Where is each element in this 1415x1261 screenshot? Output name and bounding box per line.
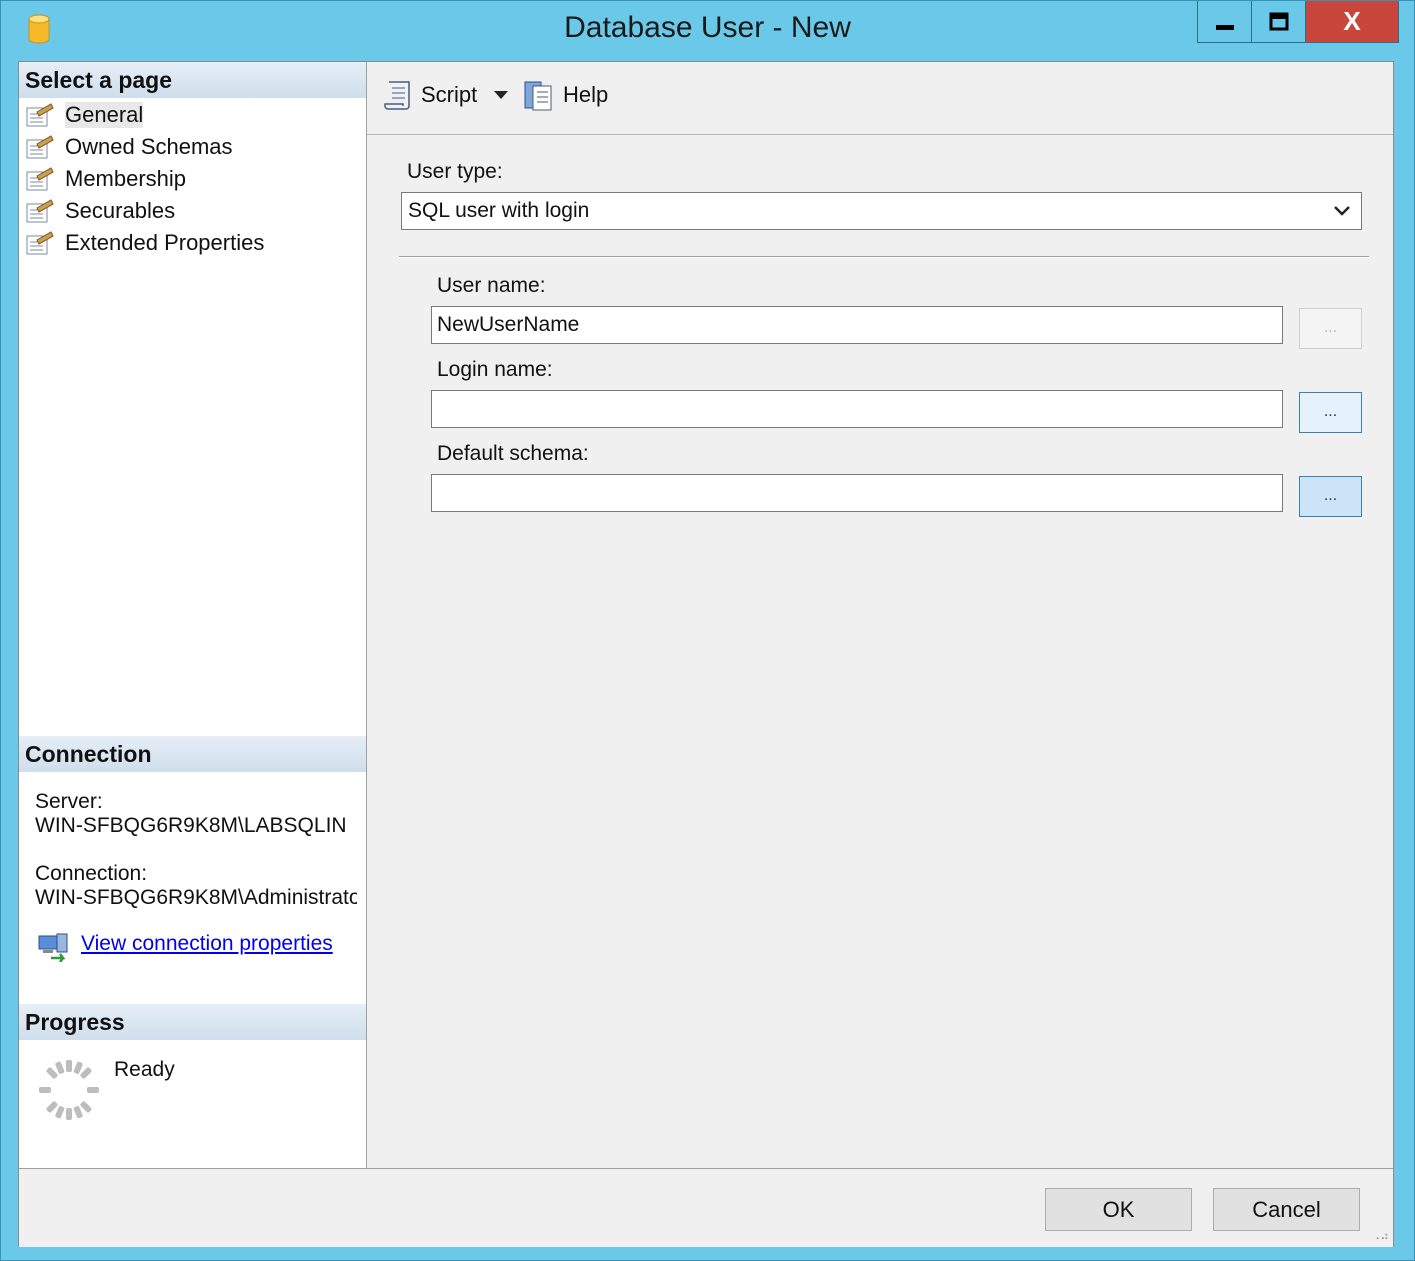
progress-spinner-icon	[39, 1060, 99, 1120]
separator	[399, 256, 1369, 258]
cancel-button[interactable]: Cancel	[1213, 1188, 1360, 1231]
page-icon	[26, 167, 54, 191]
right-pane: Script Help User type: SQL user with log…	[367, 62, 1393, 1168]
title-bar[interactable]: Database User - New X	[1, 1, 1414, 59]
page-item-label: Membership	[65, 166, 187, 191]
close-button[interactable]: X	[1306, 1, 1398, 42]
connection-value: WIN-SFBQG6R9K8M\Administrato	[35, 886, 357, 909]
dialog-footer: OK Cancel ⠠⠴	[19, 1168, 1393, 1247]
connection-properties-icon	[38, 933, 68, 962]
server-label: Server:	[35, 790, 103, 813]
close-icon: X	[1343, 6, 1361, 36]
select-page-header: Select a page	[19, 62, 366, 98]
dialog-client-area: Select a page General Owned Schemas Memb…	[18, 61, 1394, 1247]
dialog-window: Database User - New X Select a page Gene…	[0, 0, 1415, 1261]
connection-label: Connection:	[35, 862, 148, 885]
login-name-label: Login name:	[437, 358, 553, 381]
script-icon	[384, 81, 410, 110]
script-dropdown-button[interactable]	[493, 76, 509, 114]
page-icon	[26, 231, 54, 255]
page-item-membership[interactable]: Membership	[25, 164, 186, 194]
dropdown-arrow-icon	[494, 91, 508, 99]
user-type-select[interactable]: SQL user with login	[401, 192, 1362, 230]
minimize-icon	[1215, 24, 1234, 30]
script-label: Script	[421, 82, 478, 107]
page-item-label: Owned Schemas	[65, 134, 233, 159]
minimize-button[interactable]	[1198, 1, 1252, 42]
progress-header: Progress	[19, 1004, 366, 1040]
user-name-label: User name:	[437, 274, 546, 297]
left-pane: Select a page General Owned Schemas Memb…	[19, 62, 367, 1168]
chevron-down-icon	[1334, 206, 1350, 216]
maximize-icon	[1269, 12, 1288, 30]
help-label: Help	[563, 82, 609, 107]
view-connection-properties-link[interactable]: View connection properties	[81, 932, 333, 956]
user-type-value: SQL user with login	[408, 199, 590, 222]
page-item-owned-schemas[interactable]: Owned Schemas	[25, 132, 233, 162]
user-type-label: User type:	[407, 160, 503, 183]
page-item-general[interactable]: General	[25, 100, 144, 130]
default-schema-label: Default schema:	[437, 442, 589, 465]
progress-status: Ready	[114, 1058, 175, 1081]
login-name-browse-button[interactable]: ...	[1299, 392, 1362, 433]
user-name-browse-button[interactable]: ...	[1299, 308, 1362, 349]
script-button[interactable]: Script	[383, 76, 477, 114]
page-item-label: General	[65, 102, 144, 128]
resize-grip-icon[interactable]: ⠠⠴	[1371, 1229, 1389, 1243]
page-icon	[26, 103, 54, 127]
ok-button[interactable]: OK	[1045, 1188, 1192, 1231]
default-schema-field[interactable]	[431, 474, 1283, 512]
page-item-extended-properties[interactable]: Extended Properties	[25, 228, 264, 258]
default-schema-browse-button[interactable]: ...	[1299, 476, 1362, 517]
maximize-button[interactable]	[1252, 1, 1306, 42]
page-icon	[26, 135, 54, 159]
help-button[interactable]: Help	[523, 76, 608, 114]
connection-header: Connection	[19, 736, 366, 772]
page-item-label: Extended Properties	[65, 230, 265, 255]
help-icon	[524, 81, 552, 111]
page-icon	[26, 199, 54, 223]
window-controls: X	[1197, 1, 1399, 43]
user-name-field[interactable]: NewUserName	[431, 306, 1283, 344]
page-item-label: Securables	[65, 198, 176, 223]
server-value: WIN-SFBQG6R9K8M\LABSQLIN	[35, 814, 347, 837]
toolbar: Script Help	[367, 62, 1393, 135]
page-item-securables[interactable]: Securables	[25, 196, 175, 226]
login-name-field[interactable]	[431, 390, 1283, 428]
